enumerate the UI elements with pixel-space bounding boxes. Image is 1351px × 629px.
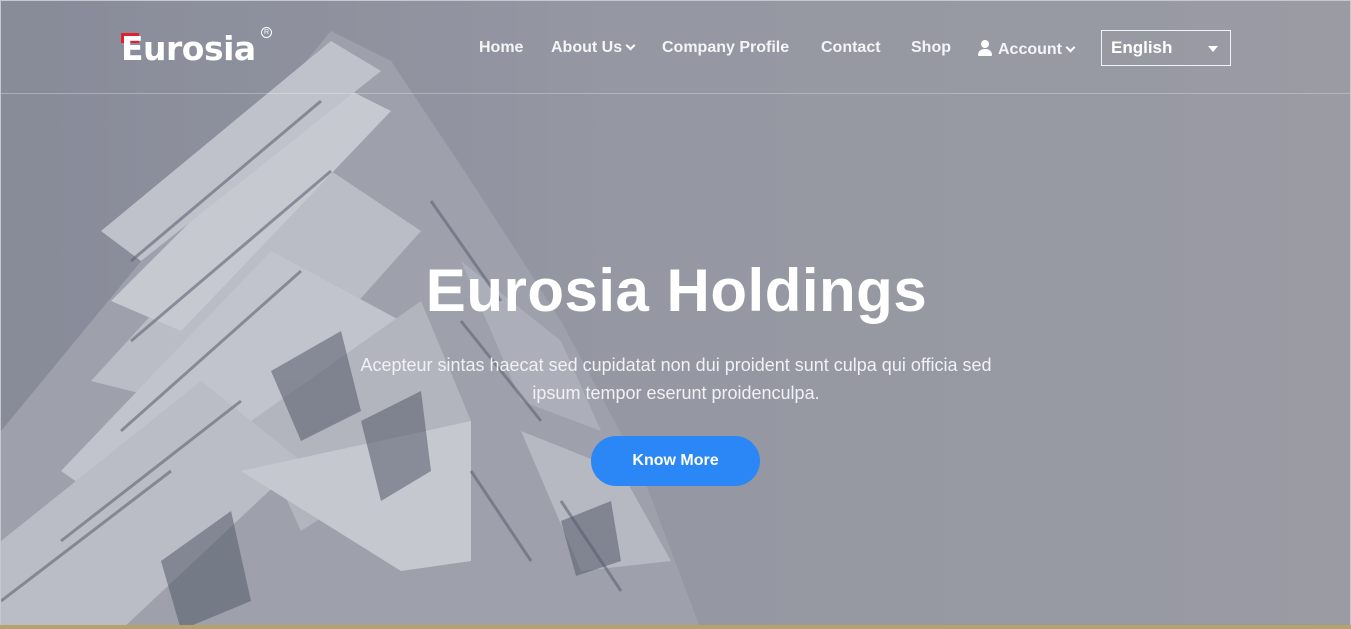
hero-title: Eurosia Holdings: [425, 257, 928, 324]
hero-subtitle-line2: ipsum tempor eserunt proidenculpa.: [532, 383, 820, 403]
know-more-button[interactable]: Know More: [591, 436, 760, 486]
chevron-down-icon: [625, 40, 636, 51]
eurosia-logo[interactable]: Eurosia R: [121, 27, 281, 71]
logo-text: Eurosia: [121, 29, 256, 68]
nav-contact[interactable]: Contact: [821, 39, 881, 57]
hero-subtitle-line1: Acepteur sintas haecat sed cupidatat non…: [360, 355, 992, 375]
top-navbar: Eurosia R Home About Us Company Profile …: [1, 1, 1350, 94]
nav-home[interactable]: Home: [479, 39, 523, 57]
nav-shop[interactable]: Shop: [911, 39, 951, 57]
nav-account-label: Account: [998, 40, 1062, 58]
chevron-down-icon: [1065, 42, 1076, 52]
user-icon: [978, 39, 992, 56]
nav-company-profile[interactable]: Company Profile: [662, 39, 789, 57]
nav-about-label: About Us: [551, 39, 623, 56]
nav-about-us[interactable]: About Us: [551, 39, 636, 57]
registered-mark: R: [261, 27, 272, 38]
language-selected: English: [1111, 38, 1173, 57]
hero-subtitle: Acepteur sintas haecat sed cupidatat non…: [296, 351, 1056, 407]
bottom-strip: [0, 625, 1351, 629]
caret-down-icon: [1208, 46, 1218, 52]
nav-account[interactable]: Account: [978, 38, 1076, 59]
language-select[interactable]: English: [1101, 30, 1231, 66]
hero-section: Eurosia R Home About Us Company Profile …: [0, 0, 1351, 629]
